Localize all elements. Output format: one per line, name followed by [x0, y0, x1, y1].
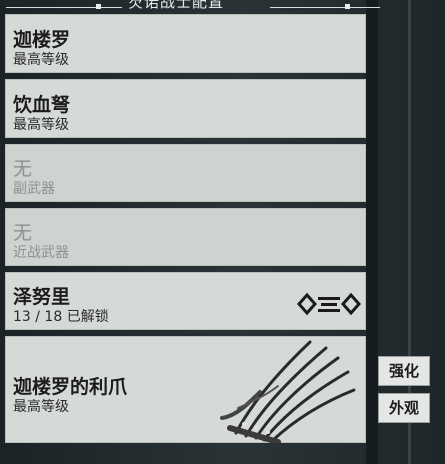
slot-melee-weapon[interactable]: 无 近战武器: [5, 208, 366, 266]
slot-subtitle: 最高等级: [13, 399, 69, 415]
header-line: [270, 7, 380, 8]
slot-subtitle: 近战武器: [13, 245, 69, 261]
page-title: 芡诺战士配置: [128, 0, 225, 11]
polarity-symbol-icon: [297, 292, 361, 316]
slot-subtitle: 最高等级: [13, 52, 69, 68]
slot-warframe[interactable]: 迦楼罗 最高等级: [5, 14, 366, 73]
appearance-button[interactable]: 外观: [378, 393, 430, 423]
slot-name: 泽努里: [13, 286, 71, 308]
header-line: [6, 7, 122, 8]
slot-name: 迦楼罗: [13, 29, 71, 51]
slot-name: 无: [13, 158, 33, 180]
slot-secondary-weapon[interactable]: 无 副武器: [5, 144, 366, 202]
background-strip: [366, 0, 378, 464]
header-mark: [96, 4, 101, 9]
slot-subtitle: 最高等级: [13, 117, 69, 133]
upgrade-button[interactable]: 强化: [378, 356, 430, 386]
slot-name: 饮血弩: [13, 94, 71, 116]
slot-primary-weapon[interactable]: 饮血弩 最高等级: [5, 79, 366, 138]
slot-subtitle: 副武器: [13, 181, 55, 197]
claw-weapon-icon: [220, 340, 356, 443]
header-mark: [345, 4, 350, 9]
slot-subtitle: 13 / 18 已解锁: [13, 309, 109, 325]
slot-name: 无: [13, 222, 33, 244]
header: 芡诺战士配置: [0, 0, 445, 11]
slot-name: 迦楼罗的利爪: [13, 376, 128, 398]
